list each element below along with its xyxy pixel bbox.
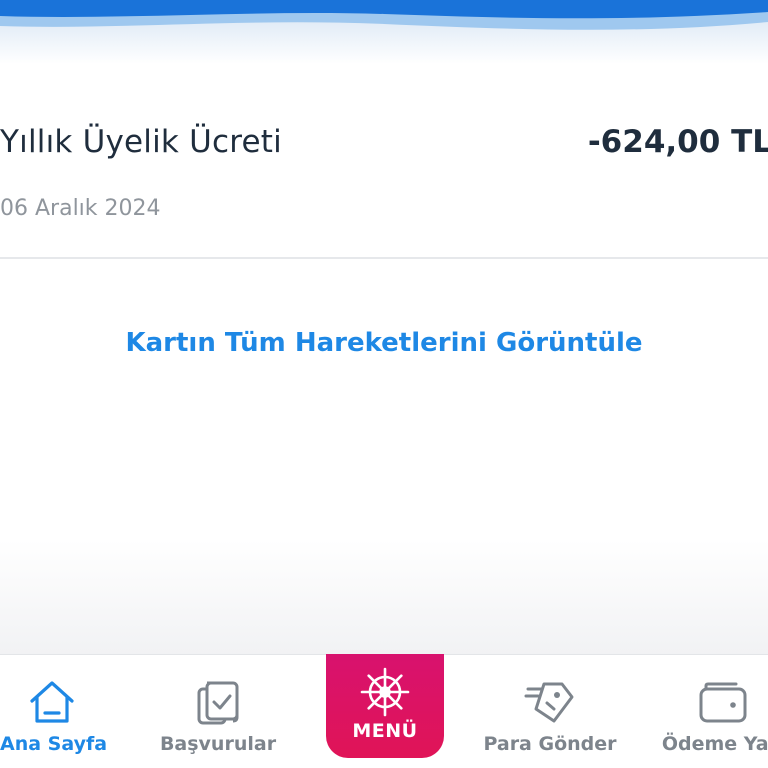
tab-basvurular[interactable]: Başvurular: [148, 655, 288, 768]
tab-odeme-yap[interactable]: Ödeme Yap: [652, 655, 768, 768]
tab-label: Ana Sayfa: [0, 733, 108, 755]
wallet-icon: [699, 682, 747, 723]
menu-button[interactable]: MENÜ: [326, 654, 444, 758]
documents-check-icon: [197, 681, 239, 725]
ship-wheel-icon: [360, 667, 410, 717]
tab-label: Başvurular: [159, 733, 277, 755]
home-icon: [30, 681, 74, 723]
menu-label: MENÜ: [352, 720, 418, 742]
header-wave: [0, 0, 768, 30]
tab-para-gonder[interactable]: Para Gönder: [478, 655, 622, 768]
tab-label: Ödeme Yap: [661, 733, 768, 755]
tab-ana-sayfa[interactable]: Ana Sayfa: [0, 655, 108, 768]
divider: [0, 257, 768, 259]
view-all-transactions-link[interactable]: Kartın Tüm Hareketlerini Görüntüle: [0, 328, 768, 358]
app-screen: Yıllık Üyelik Ücreti -624,00 TL 06 Aralı…: [0, 0, 768, 768]
content-bottom-fade: [0, 540, 768, 656]
tab-label: Para Gönder: [483, 733, 617, 755]
transaction-date: 06 Aralık 2024: [0, 196, 161, 221]
transaction-title: Yıllık Üyelik Ücreti: [0, 124, 282, 160]
send-money-tag-icon: [524, 682, 574, 723]
transaction-amount: -624,00 TL: [587, 124, 768, 160]
